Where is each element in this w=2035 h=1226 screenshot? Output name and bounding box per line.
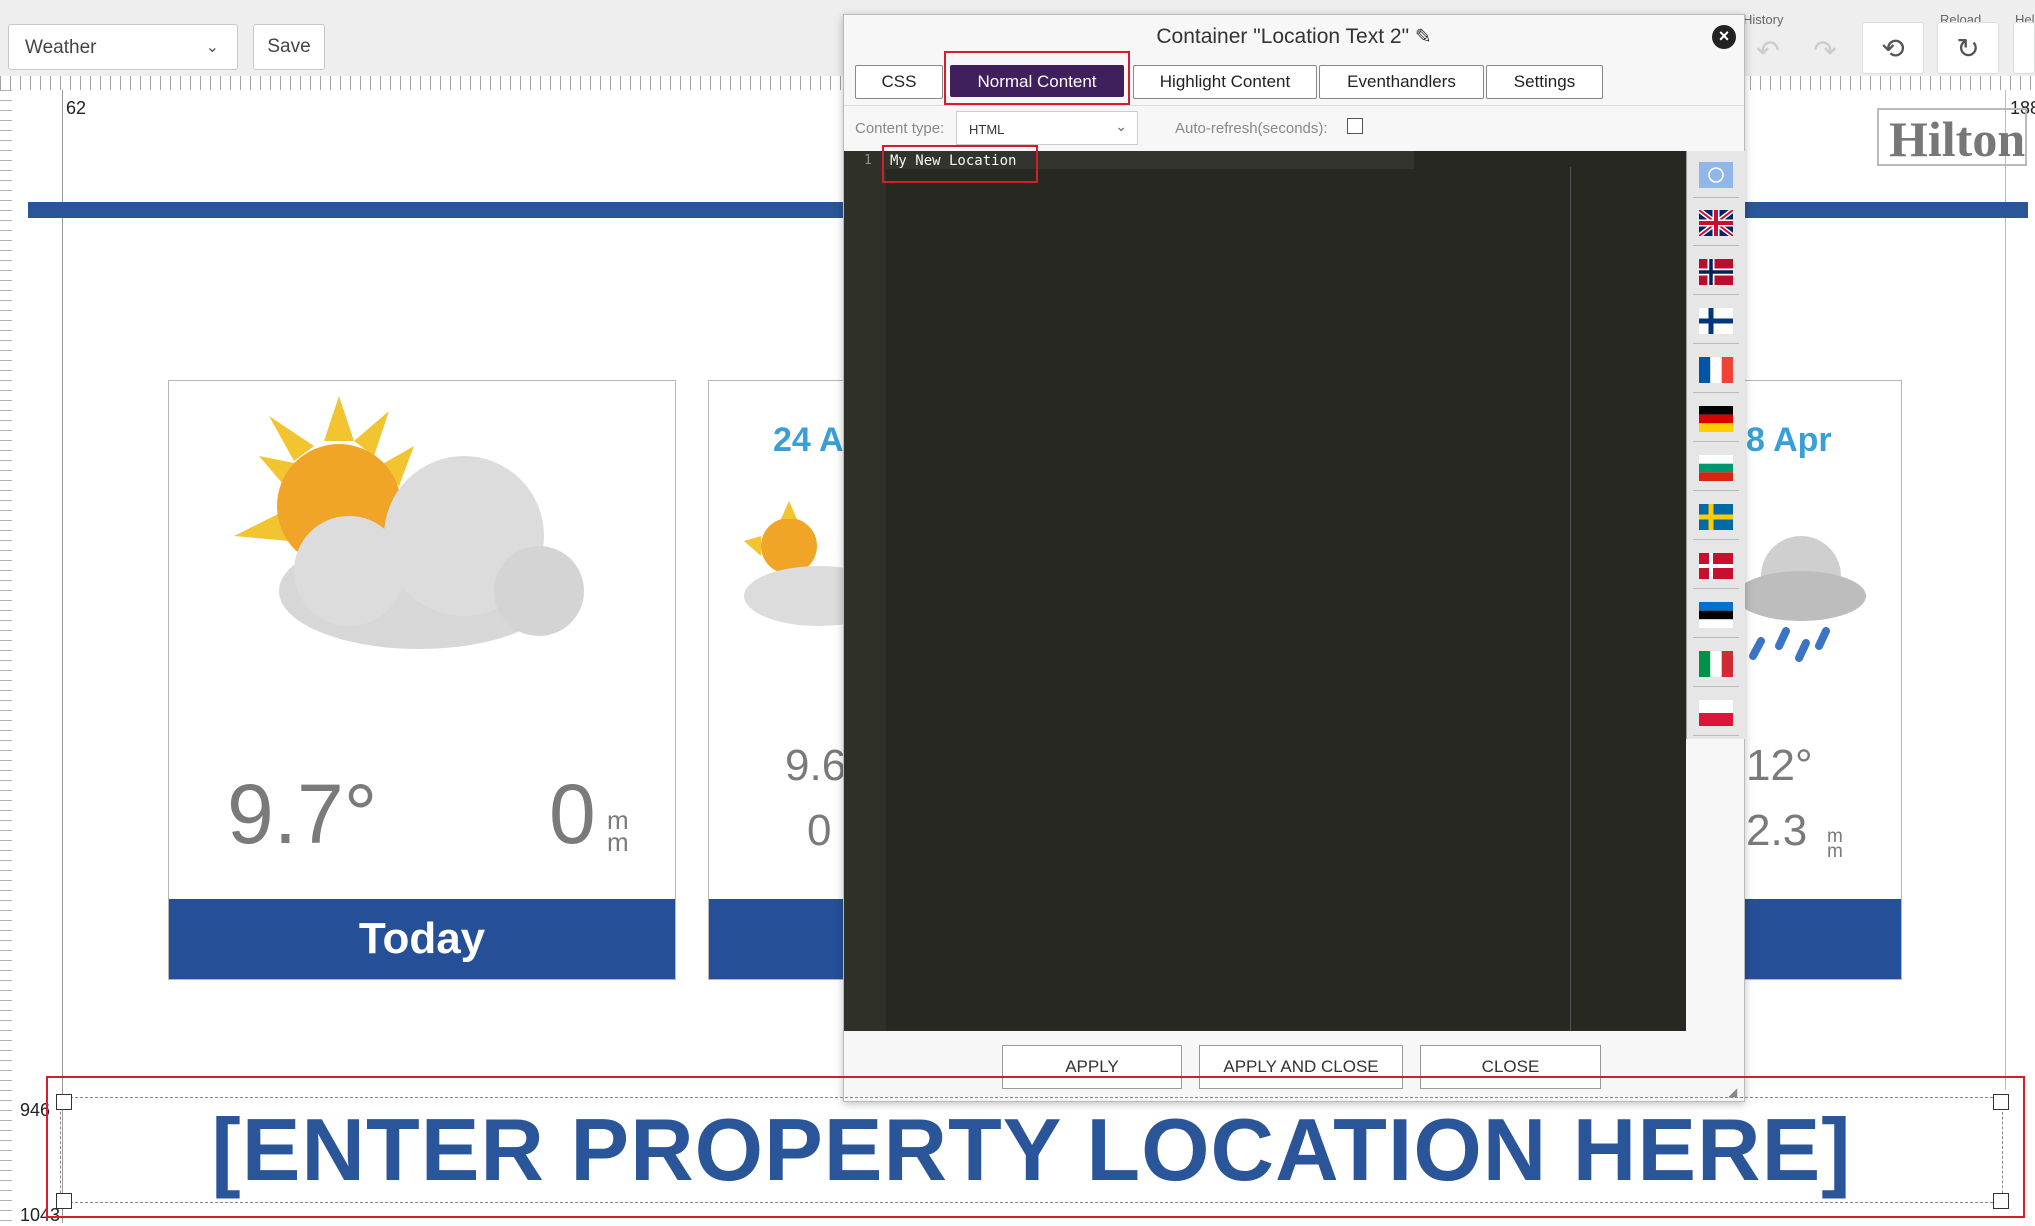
resize-handle[interactable]	[56, 1193, 72, 1209]
hilton-logo: Hilton	[1877, 108, 2027, 167]
undo-icon[interactable]: ↶	[1743, 24, 1793, 76]
day5-footer	[1741, 899, 1901, 979]
today-precipitation: 0	[549, 767, 596, 861]
help-button[interactable]	[2013, 22, 2035, 74]
pencil-icon[interactable]: ✎	[1415, 26, 1432, 48]
uk-flag-icon[interactable]	[1693, 201, 1739, 246]
language-flags	[1686, 151, 1745, 739]
germany-flag-icon[interactable]	[1693, 397, 1739, 442]
tab-eventhandlers[interactable]: Eventhandlers	[1319, 65, 1484, 99]
line-number: 1	[864, 153, 872, 168]
day2-precipitation: 0	[807, 806, 832, 855]
finland-flag-icon[interactable]	[1693, 299, 1739, 344]
sun-cloud-icon	[744, 501, 859, 626]
content-type-value: HTML	[969, 122, 1005, 137]
auto-refresh-label: Auto-refresh(seconds):	[1175, 120, 1328, 137]
code-editor[interactable]: 1 My New Location	[844, 145, 1686, 1031]
layout-dropdown[interactable]: Weather ⌄	[8, 24, 238, 70]
resize-handle[interactable]	[56, 1094, 72, 1110]
today-temperature: 9.7°	[227, 767, 378, 861]
divider	[844, 105, 1744, 106]
editor-gutter	[844, 151, 886, 1031]
france-flag-icon[interactable]	[1693, 348, 1739, 393]
highlight-box-code	[882, 145, 1038, 183]
tab-css[interactable]: CSS	[855, 65, 943, 99]
tab-highlight-content[interactable]: Highlight Content	[1133, 65, 1317, 99]
history-icon[interactable]: ⟲	[1862, 22, 1924, 74]
content-type-select[interactable]: HTML ⌄	[956, 111, 1138, 145]
bulgaria-flag-icon[interactable]	[1693, 446, 1739, 491]
rain-cloud-icon	[1741, 536, 1866, 662]
sweden-flag-icon[interactable]	[1693, 495, 1739, 540]
norway-flag-icon[interactable]	[1693, 250, 1739, 295]
ruler-mark-top: 62	[66, 98, 87, 118]
chevron-down-icon: ⌄	[205, 39, 219, 56]
poland-flag-icon[interactable]	[1693, 691, 1739, 736]
day2-footer	[709, 899, 857, 979]
resize-handle[interactable]	[1993, 1193, 2009, 1209]
day5-precip-unit: mm	[1827, 826, 1843, 862]
content-type-label: Content type:	[855, 120, 945, 137]
italy-flag-icon[interactable]	[1693, 642, 1739, 687]
close-icon[interactable]: ×	[1712, 25, 1736, 49]
dialog-title-text: Container "Location Text 2"	[1156, 25, 1410, 48]
container-edit-dialog: Container "Location Text 2" ✎ × CSS Norm…	[843, 14, 1745, 1102]
sun-cloud-icon	[234, 396, 584, 649]
tab-normal-content[interactable]: Normal Content	[950, 65, 1124, 97]
weather-card-day5[interactable]: 8 Apr 12° 2.3 mm	[1740, 380, 1902, 980]
denmark-flag-icon[interactable]	[1693, 544, 1739, 589]
estonia-flag-icon[interactable]	[1693, 593, 1739, 638]
today-label: Today	[169, 899, 675, 979]
print-margin	[1570, 167, 1571, 1031]
un-flag-icon[interactable]	[1693, 153, 1739, 198]
guide-line-left	[62, 90, 63, 1223]
day5-temperature: 12°	[1746, 741, 1813, 790]
day2-temperature: 9.6	[785, 741, 847, 790]
chevron-down-icon: ⌄	[1115, 118, 1127, 134]
save-button[interactable]: Save	[253, 24, 325, 70]
layout-dropdown-value: Weather	[25, 37, 97, 58]
tab-settings[interactable]: Settings	[1486, 65, 1603, 99]
weather-card-today[interactable]: 9.7° 0 mm Today	[168, 380, 676, 980]
ruler-left	[0, 90, 12, 1223]
redo-icon[interactable]: ↷	[1800, 24, 1850, 76]
location-text[interactable]: [ENTER PROPERTY LOCATION HERE]	[60, 1097, 2003, 1203]
reload-icon[interactable]: ↻	[1937, 22, 1999, 74]
today-precip-unit: mm	[607, 805, 629, 857]
weather-card-day2[interactable]: 24 A 9.6 0	[708, 380, 859, 980]
day5-date: 8 Apr	[1746, 421, 1832, 459]
auto-refresh-checkbox[interactable]	[1347, 118, 1363, 134]
day5-precipitation: 2.3	[1746, 806, 1808, 855]
day2-date: 24 A	[773, 421, 844, 459]
guide-line-right	[2005, 90, 2006, 1090]
resize-handle[interactable]	[1993, 1094, 2009, 1110]
